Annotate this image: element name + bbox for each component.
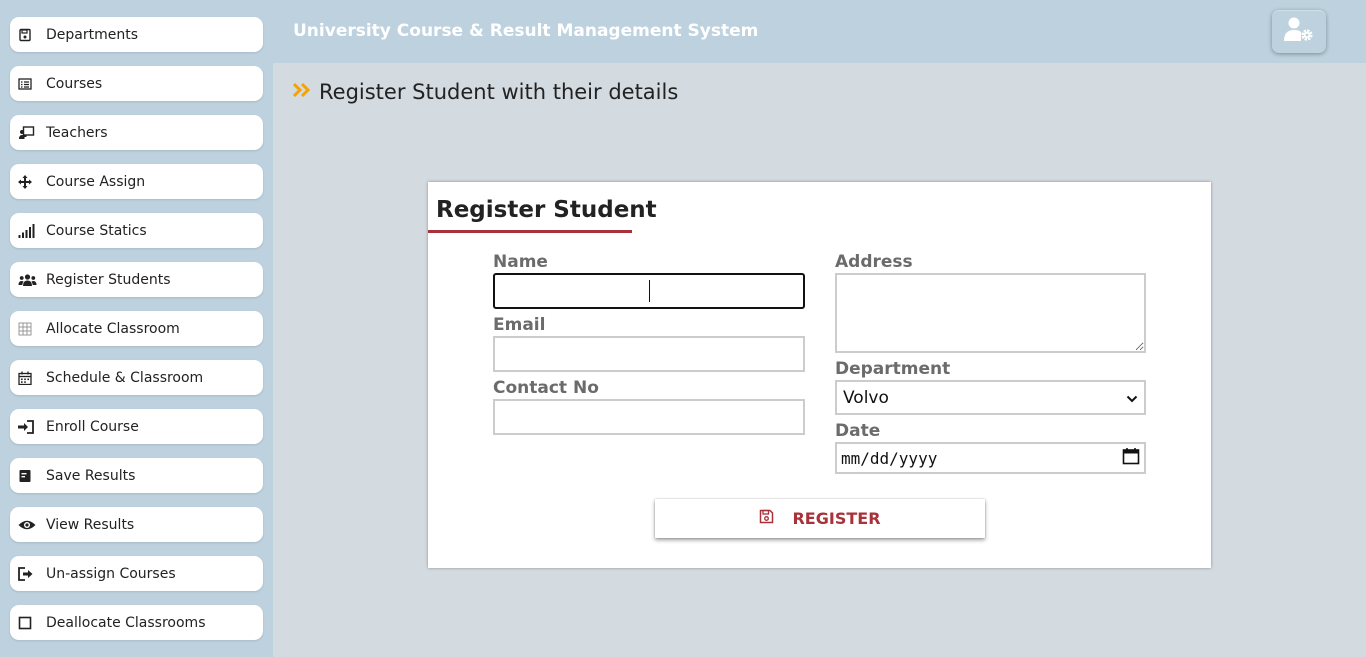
grid-icon (10, 322, 40, 336)
sidebar-item-unassign-courses[interactable]: Un-assign Courses (10, 556, 263, 591)
app-title: University Course & Result Management Sy… (293, 21, 759, 41)
chalkboard-teacher-icon (10, 125, 40, 140)
name-label: Name (493, 252, 548, 272)
top-header: University Course & Result Management Sy… (273, 0, 1366, 63)
sidebar-item-register-students[interactable]: Register Students (10, 262, 263, 297)
department-select[interactable]: Volvo (835, 380, 1146, 415)
sidebar-item-label: Un-assign Courses (46, 565, 176, 582)
list-icon (10, 77, 40, 91)
address-field[interactable] (835, 273, 1146, 353)
sidebar: Departments Courses Teachers Course Assi… (0, 0, 273, 657)
save-icon (759, 509, 792, 528)
sidebar-item-label: Teachers (46, 124, 108, 141)
sidebar-item-label: Allocate Classroom (46, 320, 180, 337)
sidebar-item-deallocate-classrooms[interactable]: Deallocate Classrooms (10, 605, 263, 640)
users-icon (10, 273, 40, 287)
contact-label: Contact No (493, 378, 599, 398)
sidebar-item-label: Courses (46, 75, 103, 92)
card-title: Register Student (436, 197, 657, 223)
sidebar-item-course-assign[interactable]: Course Assign (10, 164, 263, 199)
calendar-picker-icon[interactable] (1122, 447, 1140, 469)
chevron-down-icon (1126, 388, 1138, 408)
floppy-icon (10, 28, 40, 42)
department-label: Department (835, 359, 951, 379)
sidebar-item-label: Course Statics (46, 222, 147, 239)
calendar-icon (10, 371, 40, 385)
email-label: Email (493, 315, 546, 335)
sidebar-item-enroll-course[interactable]: Enroll Course (10, 409, 263, 444)
title-underline (428, 230, 632, 233)
signal-bars-icon (10, 223, 40, 238)
sidebar-item-label: Deallocate Classrooms (46, 614, 206, 631)
sidebar-item-save-results[interactable]: Save Results (10, 458, 263, 493)
move-arrows-icon (10, 174, 40, 189)
sidebar-item-label: Departments (46, 26, 139, 43)
file-icon (10, 469, 40, 483)
square-icon (10, 616, 40, 630)
sidebar-item-schedule-classroom[interactable]: Schedule & Classroom (10, 360, 263, 395)
sidebar-item-view-results[interactable]: View Results (10, 507, 263, 542)
sidebar-item-departments[interactable]: Departments (10, 17, 263, 52)
contact-field[interactable] (493, 399, 805, 435)
sidebar-item-label: Schedule & Classroom (46, 369, 204, 386)
sidebar-item-course-statics[interactable]: Course Statics (10, 213, 263, 248)
register-student-card: Register Student Name Email Contact No A… (428, 182, 1211, 568)
sidebar-item-allocate-classroom[interactable]: Allocate Classroom (10, 311, 263, 346)
sidebar-item-label: Register Students (46, 271, 171, 288)
sidebar-item-label: View Results (46, 516, 135, 533)
sign-out-icon (10, 566, 40, 581)
eye-icon (10, 518, 40, 532)
department-selected-value: Volvo (843, 387, 889, 408)
date-label: Date (835, 421, 881, 441)
register-button-label: REGISTER (792, 509, 881, 528)
user-settings-button[interactable] (1272, 10, 1326, 53)
page-title: Register Student with their details (319, 80, 679, 104)
sidebar-item-teachers[interactable]: Teachers (10, 115, 263, 150)
page-heading: Register Student with their details (292, 80, 679, 104)
sidebar-item-label: Save Results (46, 467, 136, 484)
sidebar-item-label: Enroll Course (46, 418, 139, 435)
sign-in-icon (10, 419, 40, 434)
double-chevron-right-icon (292, 82, 313, 103)
address-label: Address (835, 252, 913, 272)
date-placeholder: mm/dd/yyyy (841, 448, 938, 468)
sidebar-item-courses[interactable]: Courses (10, 66, 263, 101)
text-caret (649, 280, 650, 302)
email-field[interactable] (493, 336, 805, 372)
register-button[interactable]: REGISTER (655, 499, 985, 538)
sidebar-item-label: Course Assign (46, 173, 146, 190)
date-field[interactable]: mm/dd/yyyy (835, 442, 1146, 474)
user-gear-icon (1283, 16, 1315, 47)
